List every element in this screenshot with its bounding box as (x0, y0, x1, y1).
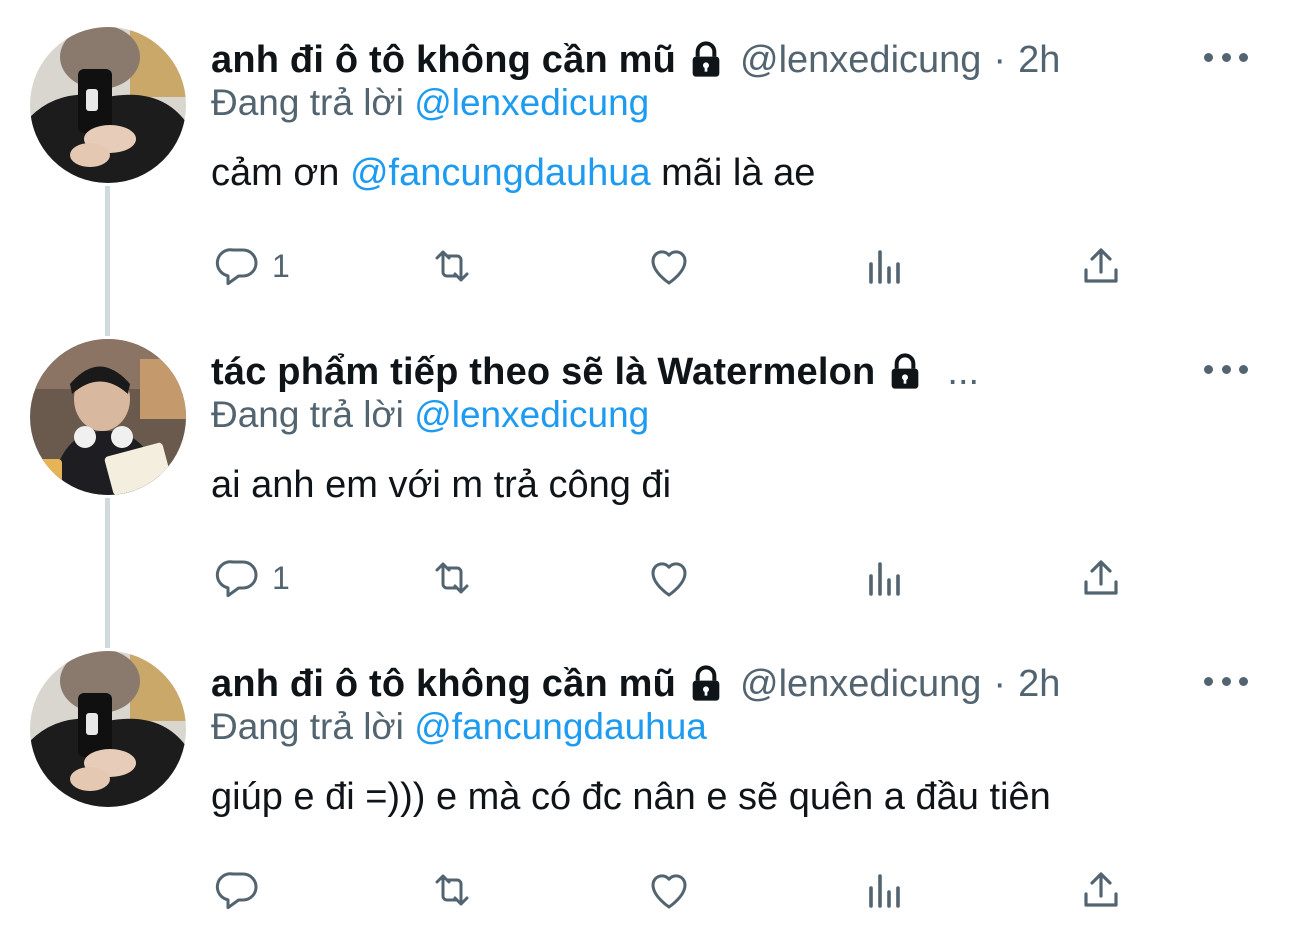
tweet-text: giúp e đi =))) e mà có đc nân e sẽ quên … (211, 776, 1051, 818)
heart-icon (651, 250, 687, 285)
retweet-button[interactable] (428, 550, 476, 606)
tweet[interactable]: tác phẩm tiếp theo sẽ là Watermelon ... … (0, 312, 1290, 624)
reply-button[interactable]: 1 (214, 238, 290, 294)
share-icon (1084, 248, 1118, 283)
tweet-header: tác phẩm tiếp theo sẽ là Watermelon ... (211, 346, 1170, 398)
views-button[interactable] (861, 862, 909, 918)
replying-to-mention[interactable]: @fancungdauhua (414, 706, 707, 747)
retweet-icon (435, 562, 469, 594)
truncation-ellipsis: ... (947, 350, 980, 393)
analytics-icon (869, 562, 900, 596)
reply-button[interactable]: 1 (214, 550, 290, 606)
avatar[interactable] (30, 339, 186, 495)
tweet[interactable]: anh đi ô tô không cần mũ @lenxedicung · … (0, 0, 1290, 312)
action-bar: 1 (0, 238, 1290, 294)
timestamp[interactable]: 2h (1018, 663, 1060, 706)
tweet-header: anh đi ô tô không cần mũ @lenxedicung · … (211, 658, 1170, 710)
analytics-icon (869, 250, 900, 284)
separator-dot: · (993, 38, 1007, 81)
share-button[interactable] (1077, 862, 1125, 918)
tweet-text: cảm ơn @fancungdauhua mãi là ae (211, 152, 815, 195)
timestamp[interactable]: 2h (1018, 39, 1060, 82)
user-handle[interactable]: @lenxedicung (740, 39, 981, 82)
views-button[interactable] (861, 550, 909, 606)
share-icon (1084, 872, 1118, 907)
replying-to-label: Đang trả lời (211, 706, 404, 747)
avatar[interactable] (30, 651, 186, 807)
replying-to-label: Đang trả lời (211, 82, 404, 123)
reply-count: 1 (272, 559, 290, 596)
share-button[interactable] (1077, 550, 1125, 606)
share-button[interactable] (1077, 238, 1125, 294)
user-handle[interactable]: @lenxedicung (740, 663, 981, 706)
more-icon[interactable] (1204, 354, 1248, 384)
reply-icon (215, 560, 258, 598)
tweet-header: anh đi ô tô không cần mũ @lenxedicung · … (211, 34, 1170, 86)
separator-dot: · (993, 662, 1007, 705)
tweet-text: ai anh em với m trả công đi (211, 464, 672, 506)
replying-to-mention[interactable]: @lenxedicung (414, 394, 649, 435)
tweet-mention[interactable]: @fancungdauhua (350, 152, 651, 194)
lock-icon (885, 352, 925, 392)
tweet-text-part: mãi là ae (661, 152, 816, 194)
tweet-text-part: cảm ơn (211, 152, 340, 194)
retweet-icon (435, 874, 469, 906)
display-name[interactable]: anh đi ô tô không cần mũ (211, 39, 676, 82)
views-button[interactable] (861, 238, 909, 294)
display-name[interactable]: anh đi ô tô không cần mũ (211, 663, 676, 706)
replying-to-label: Đang trả lời (211, 394, 404, 435)
heart-icon (651, 874, 687, 909)
replying-to: Đang trả lời @lenxedicung (211, 394, 649, 436)
lock-icon (686, 664, 726, 704)
replying-to: Đang trả lời @lenxedicung (211, 82, 649, 124)
replying-to-mention[interactable]: @lenxedicung (414, 82, 649, 123)
reply-button[interactable] (214, 862, 272, 918)
more-icon[interactable] (1204, 666, 1248, 696)
avatar[interactable] (30, 27, 186, 183)
like-button[interactable] (645, 238, 693, 294)
replying-to: Đang trả lời @fancungdauhua (211, 706, 707, 748)
like-button[interactable] (645, 550, 693, 606)
heart-icon (651, 562, 687, 597)
action-bar (0, 862, 1290, 918)
tweet[interactable]: anh đi ô tô không cần mũ @lenxedicung · … (0, 624, 1290, 932)
reply-count: 1 (272, 247, 290, 284)
retweet-button[interactable] (428, 862, 476, 918)
lock-icon (686, 40, 726, 80)
share-icon (1084, 560, 1118, 595)
retweet-button[interactable] (428, 238, 476, 294)
action-bar: 1 (0, 550, 1290, 606)
more-icon[interactable] (1204, 42, 1248, 72)
analytics-icon (869, 874, 900, 908)
reply-icon (215, 248, 258, 286)
like-button[interactable] (645, 862, 693, 918)
display-name[interactable]: tác phẩm tiếp theo sẽ là Watermelon (211, 351, 875, 394)
retweet-icon (435, 250, 469, 282)
reply-icon (215, 872, 258, 910)
